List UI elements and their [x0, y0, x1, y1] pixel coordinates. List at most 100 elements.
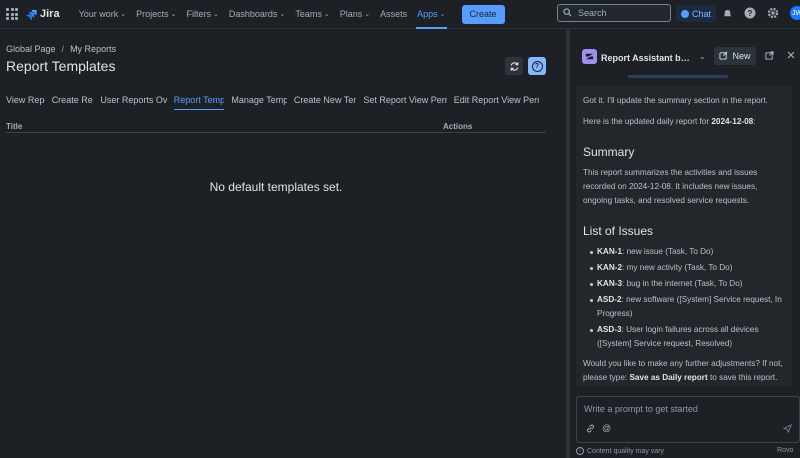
main-content: Global Page / My Reports Report Template… — [0, 30, 566, 458]
message-intro: Got it. I'll update the summary section … — [583, 96, 768, 105]
templates-table-header: Title Actions — [6, 121, 546, 133]
issue-key[interactable]: KAN-2 — [597, 263, 622, 272]
user-avatar[interactable]: JW — [790, 6, 800, 20]
nav-items: Your work ⌄ Projects ⌄ Filters ⌄ Dashboards ⌄ Te… — [74, 0, 451, 29]
edit-icon — [719, 51, 728, 62]
tab-create-new-template[interactable]: Create New Template — [294, 95, 356, 110]
issue-item: KAN-1: new issue (Task, To Do) — [590, 245, 785, 259]
question-icon: ? — [531, 60, 543, 72]
breadcrumb: Global Page / My Reports — [6, 44, 116, 54]
jira-logo-icon — [26, 9, 37, 20]
issue-summary: : User login failures across all devices… — [597, 325, 759, 348]
svg-text:?: ? — [748, 9, 753, 18]
column-title: Title — [6, 122, 23, 131]
breadcrumb-my-reports[interactable]: My Reports — [70, 44, 116, 54]
chevron-down-icon: ⌄ — [323, 11, 330, 18]
create-button[interactable]: Create — [461, 4, 505, 24]
tab-report-templates[interactable]: Report Templates — [173, 95, 224, 110]
settings-gear-icon[interactable] — [766, 6, 780, 20]
chevron-down-icon: ⌄ — [279, 11, 286, 18]
nav-item-label: Your work — [78, 9, 119, 19]
jira-logo[interactable]: Jira — [26, 8, 60, 20]
empty-state-message: No default templates set. — [209, 180, 343, 194]
search-icon — [563, 7, 575, 19]
breadcrumb-separator: / — [61, 44, 65, 54]
issues-heading: List of Issues — [583, 224, 654, 238]
nav-item-your-work[interactable]: Your work ⌄ — [74, 0, 132, 29]
issue-summary: : my new activity (Task, To Do) — [622, 263, 733, 272]
chevron-down-icon: ⌄ — [213, 11, 219, 18]
chat-label: Chat — [692, 8, 712, 19]
new-chat-label: New — [732, 51, 751, 61]
prompt-placeholder: Write a prompt to get started — [584, 404, 698, 414]
chat-icon — [681, 9, 689, 18]
issue-key[interactable]: KAN-1 — [597, 247, 622, 256]
summary-text: This report summarizes the activities an… — [583, 168, 758, 205]
new-chat-button[interactable]: New — [714, 47, 756, 65]
chevron-down-icon: ⌄ — [364, 11, 371, 18]
agent-dropdown-chevron-icon[interactable]: ⌄ — [699, 52, 706, 61]
message-closing: Would you like to make any further adjus… — [583, 359, 783, 382]
issue-key[interactable]: ASD-2 — [597, 295, 622, 304]
info-icon: i — [576, 447, 584, 455]
nav-item-filters[interactable]: Filters ⌄ — [182, 0, 224, 29]
notifications-icon[interactable] — [720, 6, 734, 20]
report-date: 2024-12-08 — [711, 117, 754, 126]
jira-logo-text: Jira — [40, 8, 60, 20]
tab-user-reports-overview[interactable]: User Reports Overview — [100, 95, 166, 110]
previous-message-edge — [628, 75, 728, 78]
column-actions: Actions — [443, 122, 473, 131]
search-input[interactable]: Search — [557, 4, 671, 22]
nav-item-label: Assets — [380, 9, 408, 19]
assistant-panel: Report Assistant by Si... ⌄ New Got it. … — [570, 30, 800, 458]
page-title: Report Templates — [6, 58, 116, 74]
refresh-button[interactable] — [505, 57, 523, 75]
message-report-line: Here is the updated daily report for 202… — [583, 117, 756, 126]
issue-summary: : new issue (Task, To Do) — [622, 247, 714, 256]
prompt-input[interactable]: Write a prompt to get started @ — [576, 396, 800, 443]
close-icon[interactable] — [787, 51, 795, 62]
nav-item-label: Dashboards — [228, 9, 278, 19]
nav-item-projects[interactable]: Projects ⌄ — [131, 0, 181, 29]
chat-button[interactable]: Chat — [676, 5, 717, 22]
tab-view-reports[interactable]: View Reports — [6, 95, 45, 110]
breadcrumb-global-page[interactable]: Global Page — [6, 44, 56, 54]
nav-item-label: Filters — [186, 9, 212, 19]
nav-item-label: Teams — [295, 9, 322, 19]
nav-item-dashboards[interactable]: Dashboards ⌄ — [224, 0, 290, 29]
tab-set-report-view-permissions[interactable]: Set Report View Permissions — [363, 95, 446, 110]
nav-item-label: Projects — [136, 9, 169, 19]
send-icon[interactable] — [782, 423, 792, 435]
issue-key[interactable]: KAN-3 — [597, 279, 622, 288]
mention-icon[interactable]: @ — [602, 423, 611, 433]
refresh-icon — [510, 61, 518, 71]
tab-manage-templates[interactable]: Manage Templates — [231, 95, 287, 110]
summary-heading: Summary — [583, 145, 635, 159]
assistant-header: Report Assistant by Si... ⌄ New — [570, 30, 800, 85]
rovo-badge: Rovo — [777, 447, 794, 454]
report-tabs: View Reports Create Reports User Reports O… — [6, 95, 546, 110]
nav-item-plans[interactable]: Plans ⌄ — [335, 0, 375, 29]
page-help-button[interactable]: ? — [528, 57, 546, 75]
nav-item-assets[interactable]: Assets — [375, 0, 412, 29]
save-action-text: Save as Daily report — [629, 373, 708, 382]
open-external-icon[interactable] — [765, 51, 774, 63]
help-icon[interactable]: ? — [743, 6, 757, 20]
search-placeholder: Search — [578, 8, 607, 18]
nav-item-teams[interactable]: Teams ⌄ — [290, 0, 334, 29]
attach-link-icon[interactable] — [586, 424, 595, 435]
assistant-message: Got it. I'll update the summary section … — [576, 86, 792, 386]
content-quality-note: i Content quality may vary — [576, 447, 664, 455]
issue-summary: : bug in the internet (Task, To Do) — [622, 279, 743, 288]
issue-key[interactable]: ASD-3 — [597, 325, 622, 334]
app-switcher-icon[interactable] — [6, 8, 18, 20]
tab-edit-report-view-permissions[interactable]: Edit Report View Permissions — [454, 95, 539, 110]
issue-item: ASD-2: new software ([System] Service re… — [590, 293, 785, 321]
assistant-title[interactable]: Report Assistant by Si... — [601, 53, 693, 63]
nav-item-apps[interactable]: Apps ⌄ — [412, 0, 450, 29]
chevron-down-icon: ⌄ — [120, 11, 127, 18]
tab-create-reports[interactable]: Create Reports — [52, 95, 94, 110]
chevron-down-icon: ⌄ — [170, 11, 177, 18]
assistant-agent-icon — [582, 49, 597, 64]
issue-item: KAN-2: my new activity (Task, To Do) — [590, 261, 785, 275]
